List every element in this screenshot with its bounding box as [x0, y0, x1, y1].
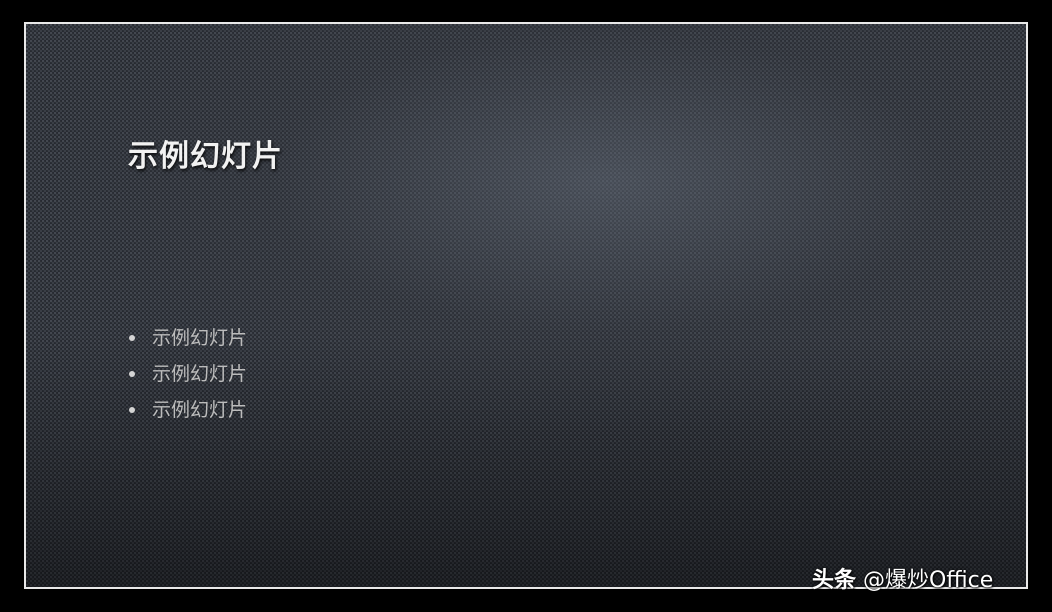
- slide-title: 示例幻灯片: [128, 139, 283, 174]
- bullet-item: 示例幻灯片: [126, 320, 247, 356]
- bullet-item: 示例幻灯片: [126, 392, 247, 428]
- watermark: 头条 @爆炒Office: [812, 562, 993, 594]
- watermark-handle: @爆炒Office: [863, 568, 994, 593]
- bullet-text: 示例幻灯片: [152, 399, 248, 421]
- bullet-dot-icon: [129, 371, 135, 377]
- screenshot-frame: 示例幻灯片 示例幻灯片 示例幻灯片 示例幻灯片 头条 @爆炒Office: [0, 0, 1052, 612]
- slide: 示例幻灯片 示例幻灯片 示例幻灯片 示例幻灯片: [24, 22, 1028, 589]
- bullet-dot-icon: [129, 407, 135, 413]
- bullet-dot-icon: [129, 335, 135, 341]
- watermark-brand: 头条: [812, 568, 857, 593]
- bullet-text: 示例幻灯片: [152, 363, 248, 385]
- bullet-text: 示例幻灯片: [152, 327, 248, 349]
- bullet-list: 示例幻灯片 示例幻灯片 示例幻灯片: [126, 320, 247, 428]
- bullet-item: 示例幻灯片: [126, 356, 247, 392]
